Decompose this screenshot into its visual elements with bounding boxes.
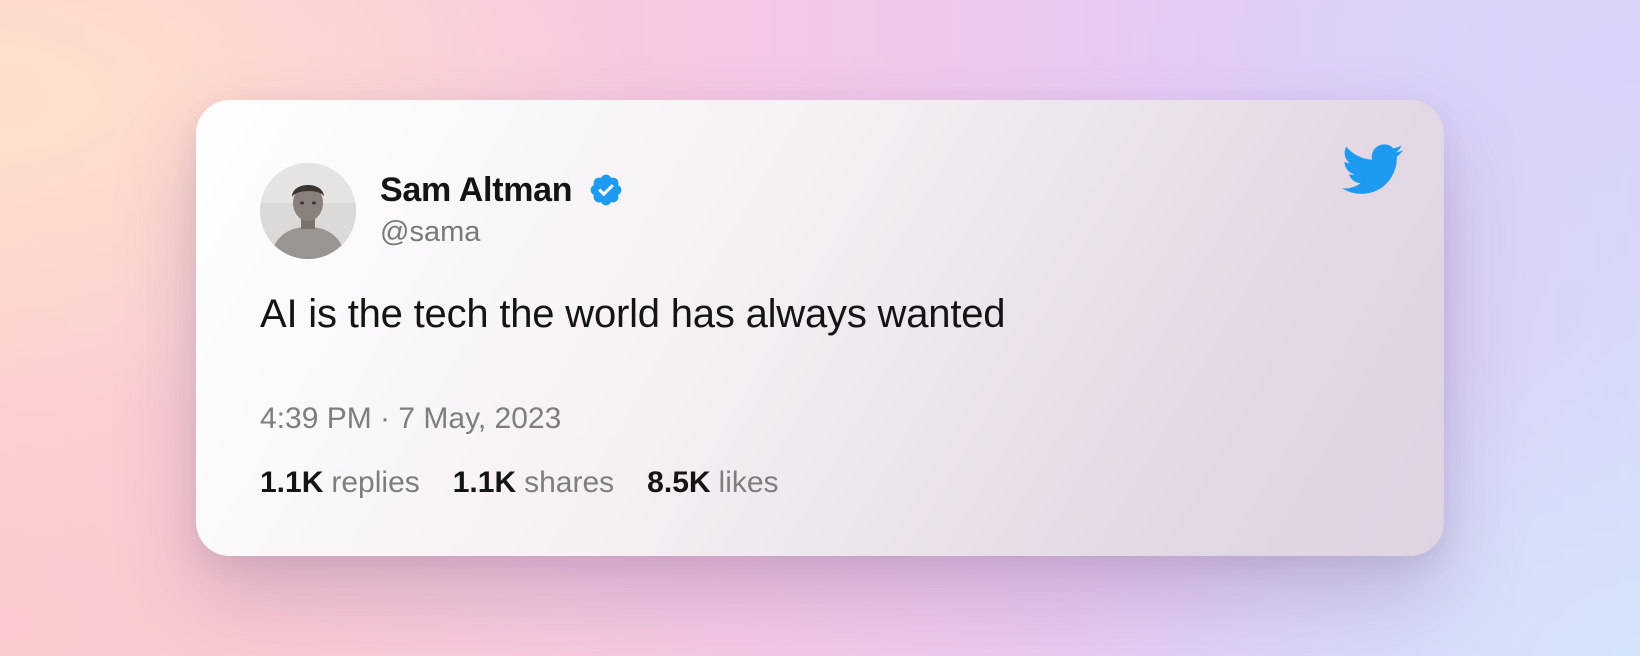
- shares-count: 1.1K: [452, 466, 517, 499]
- shares-label: shares: [524, 466, 615, 499]
- likes-stat[interactable]: 8.5K likes: [647, 466, 778, 500]
- avatar[interactable]: [260, 163, 356, 259]
- likes-label: likes: [718, 466, 779, 499]
- shares-stat[interactable]: 1.1K shares: [453, 466, 614, 500]
- replies-stat[interactable]: 1.1K replies: [260, 466, 420, 500]
- replies-label: replies: [331, 466, 420, 499]
- tweet-stats: 1.1K replies 1.1K shares 8.5K likes: [260, 466, 812, 500]
- verified-badge-icon: [590, 174, 622, 206]
- author-name[interactable]: Sam Altman: [380, 171, 573, 210]
- replies-count: 1.1K: [260, 466, 324, 499]
- tweet-timestamp[interactable]: 4:39 PM · 7 May, 2023: [260, 402, 561, 436]
- author-row: Sam Altman: [380, 170, 624, 210]
- likes-count: 8.5K: [647, 466, 711, 499]
- tweet-text: AI is the tech the world has always want…: [260, 292, 1006, 336]
- twitter-bird-icon[interactable]: [1342, 144, 1404, 196]
- tweet-card: Sam Altman @sama AI is the tech the worl…: [196, 100, 1444, 556]
- author-handle[interactable]: @sama: [380, 216, 480, 249]
- avatar-photo: [260, 163, 356, 259]
